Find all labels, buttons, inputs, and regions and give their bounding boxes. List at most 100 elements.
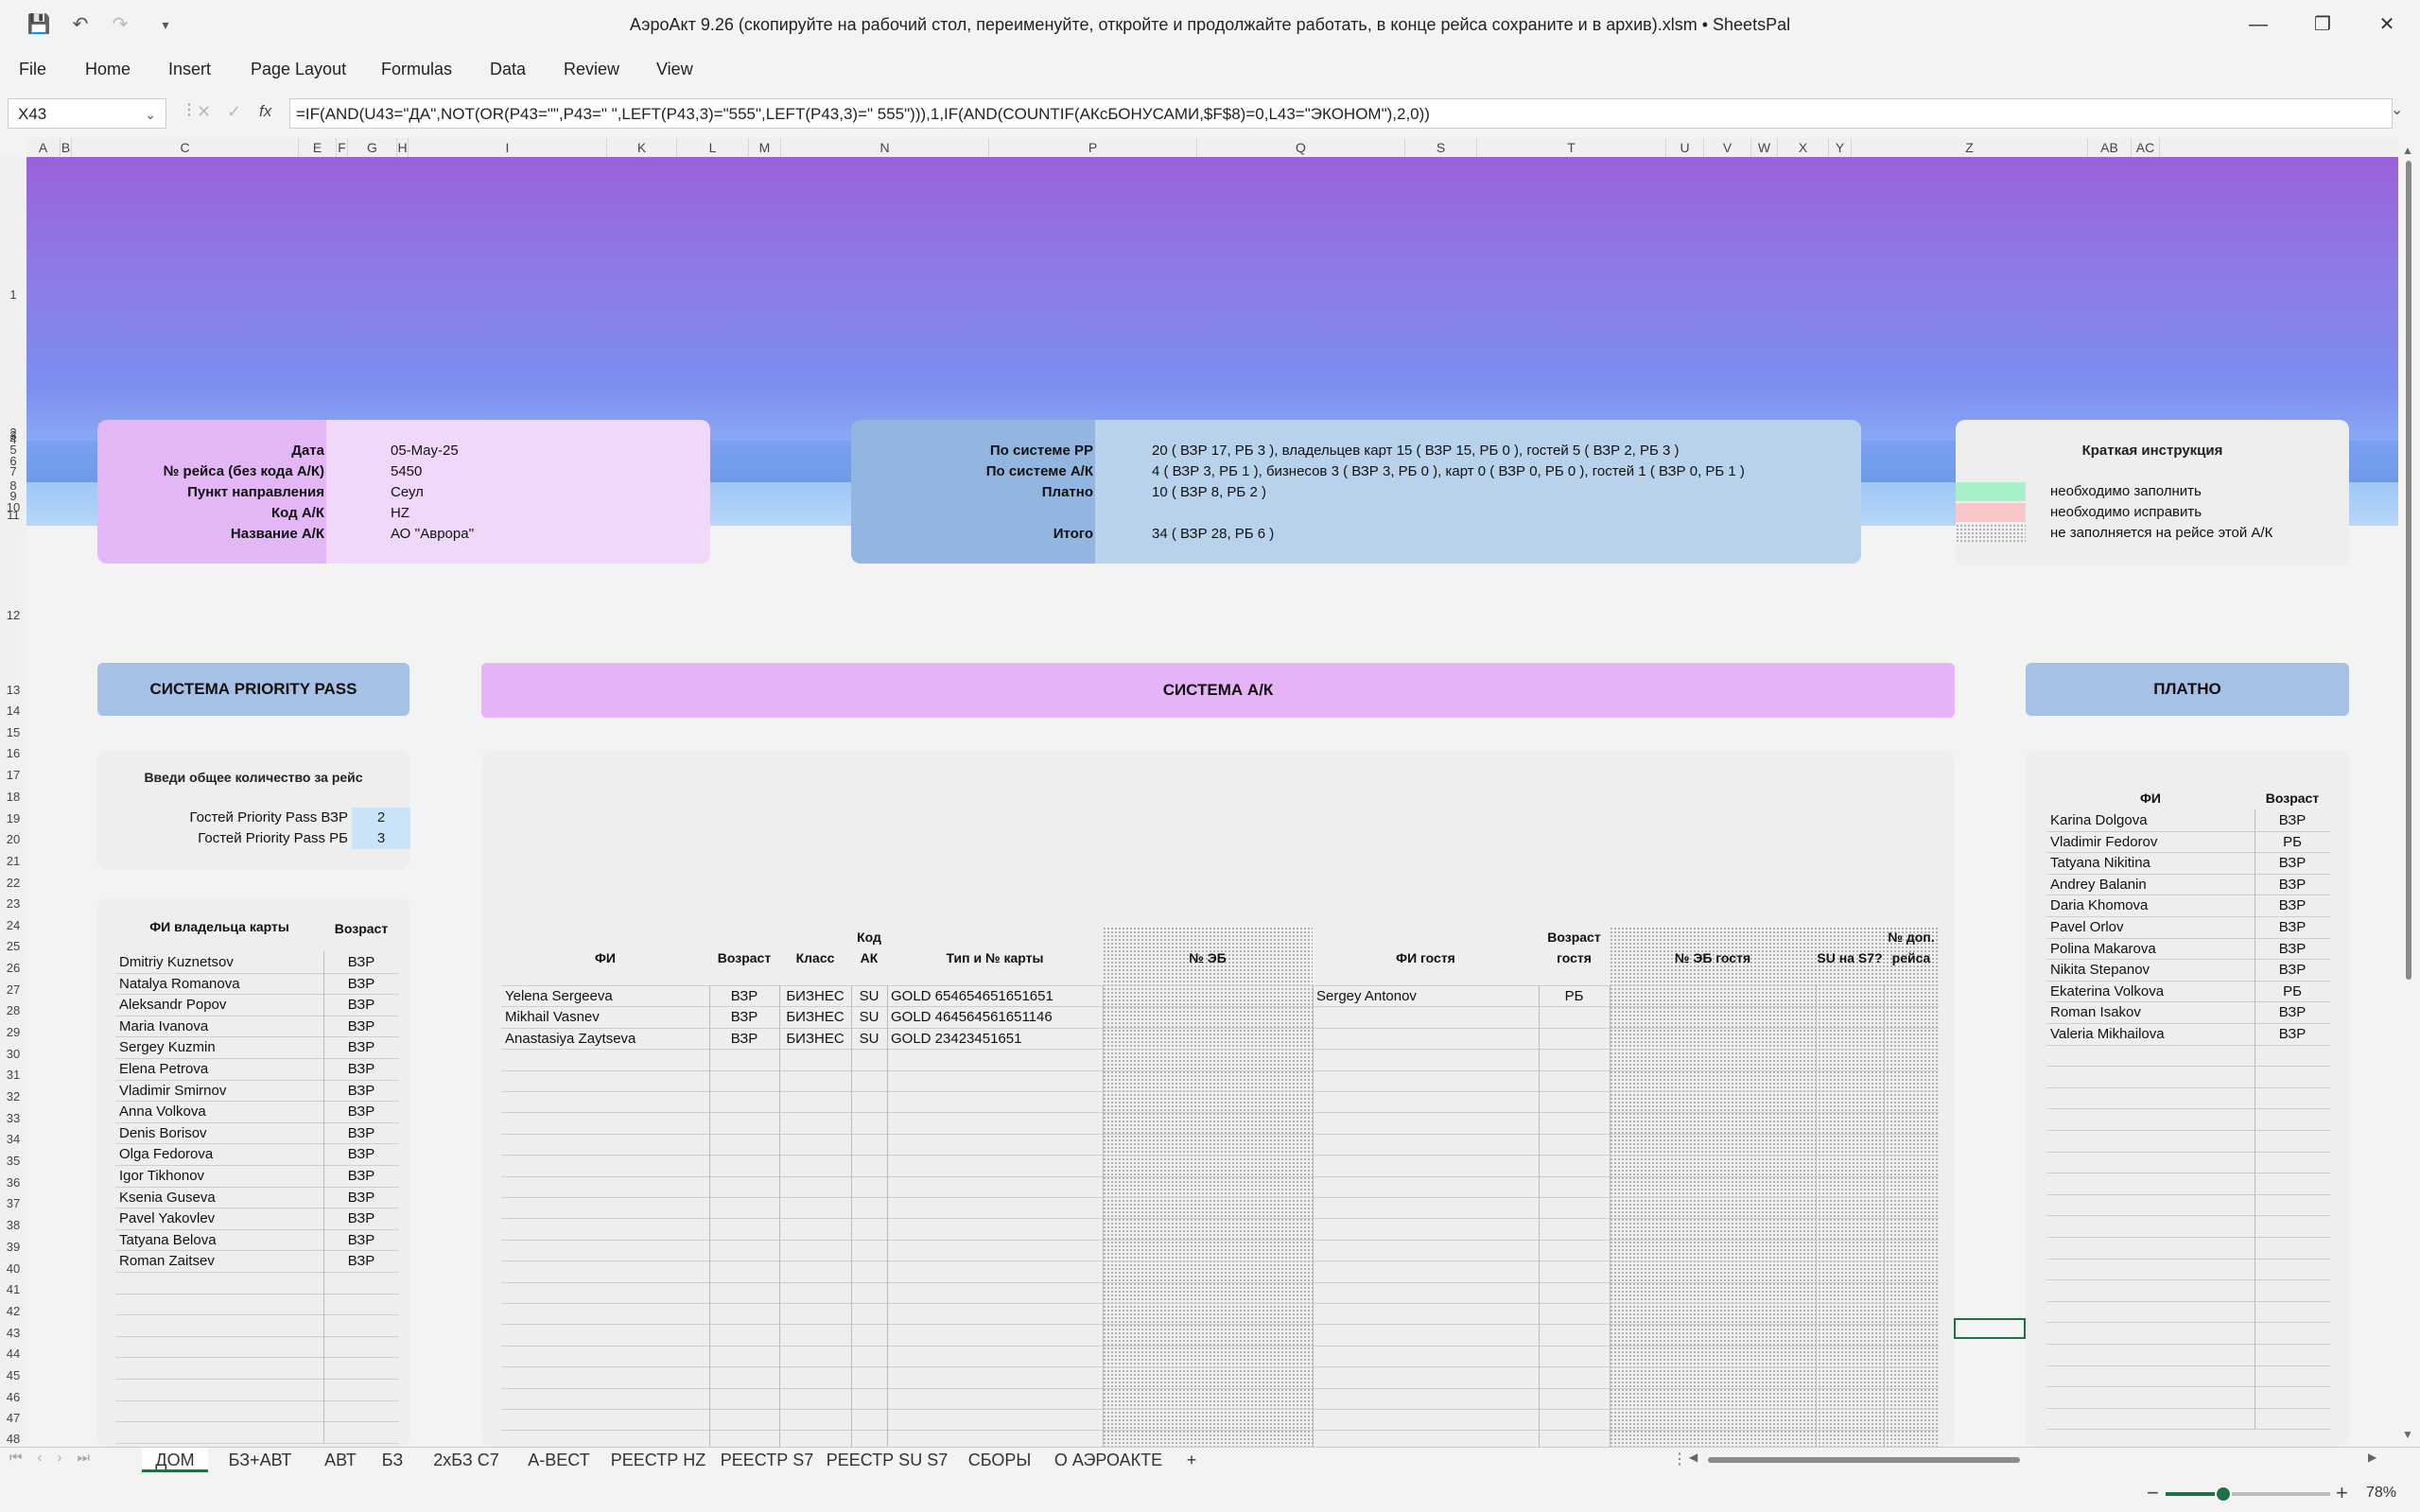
table-row[interactable]: Sergey Kuzmin ВЗР (115, 1036, 399, 1058)
ak-class[interactable]: БИЗНЕС (779, 988, 851, 1004)
flight-date[interactable]: 05-May-25 (391, 443, 459, 459)
table-row[interactable]: Ksenia Guseva ВЗР (115, 1187, 399, 1208)
row-header[interactable]: 26 (0, 961, 26, 975)
row-header[interactable]: 41 (0, 1282, 26, 1296)
row-header[interactable]: 44 (0, 1347, 26, 1361)
row-header[interactable]: 43 (0, 1326, 26, 1340)
menu-page-layout[interactable]: Page Layout (251, 53, 346, 85)
owner-name[interactable]: Aleksandr Popov (119, 997, 226, 1013)
column-header[interactable]: A (26, 138, 61, 157)
zoom-slider[interactable] (2166, 1486, 2330, 1503)
row-header[interactable]: 47 (0, 1411, 26, 1425)
formula-input[interactable]: =IF(AND(U43="ДА",NOT(OR(P43="",P43=" ",L… (289, 98, 2393, 129)
owner-age[interactable]: ВЗР (323, 1018, 399, 1034)
owner-name[interactable]: Roman Zaitsev (119, 1253, 215, 1269)
paid-passenger-age[interactable]: ВЗР (2255, 962, 2330, 978)
sheet-tab[interactable]: РЕЕСТР SU S7 (819, 1448, 955, 1472)
table-row[interactable]: Pavel Yakovlev ВЗР (115, 1208, 399, 1229)
column-header[interactable]: Q (1197, 138, 1405, 157)
ak-passenger-name[interactable]: Mikhail Vasnev (505, 1009, 709, 1025)
paid-passenger-name[interactable]: Polina Makarova (2050, 941, 2156, 957)
column-header[interactable]: W (1751, 138, 1778, 157)
paid-passenger-name[interactable]: Karina Dolgova (2050, 812, 2148, 828)
table-row[interactable]: Valeria Mikhailova ВЗР (2046, 1023, 2330, 1045)
column-header[interactable]: Y (1829, 138, 1852, 157)
ak-passenger-name[interactable]: Yelena Sergeeva (505, 988, 709, 1004)
row-header[interactable]: 34 (0, 1132, 26, 1146)
ak-card[interactable]: GOLD 23423451651 (891, 1031, 1103, 1047)
menu-file[interactable]: File (19, 53, 46, 85)
table-row[interactable]: Dmitriy Kuznetsov ВЗР (115, 951, 399, 973)
ak-class[interactable]: БИЗНЕС (779, 1009, 851, 1025)
flight-airline-code[interactable]: HZ (391, 505, 409, 521)
table-row[interactable]: Tatyana Belova ВЗР (115, 1229, 399, 1251)
row-header[interactable]: 42 (0, 1304, 26, 1318)
row-header[interactable]: 39 (0, 1240, 26, 1254)
row-header[interactable]: 37 (0, 1196, 26, 1210)
paid-passenger-name[interactable]: Roman Isakov (2050, 1004, 2141, 1020)
table-row[interactable]: Elena Petrova ВЗР (115, 1058, 399, 1080)
menu-review[interactable]: Review (564, 53, 619, 85)
row-header[interactable]: 46 (0, 1390, 26, 1404)
table-row[interactable]: Olga Fedorova ВЗР (115, 1143, 399, 1165)
row-header[interactable]: 20 (0, 832, 26, 846)
row-header[interactable]: 27 (0, 982, 26, 997)
paid-passenger-name[interactable]: Tatyana Nikitina (2050, 855, 2150, 871)
table-row[interactable]: Yelena Sergeeva ВЗР БИЗНЕС SU GOLD 654654651… (501, 985, 1939, 1006)
owner-name[interactable]: Pavel Yakovlev (119, 1210, 215, 1226)
owner-age[interactable]: ВЗР (323, 1104, 399, 1120)
column-header[interactable]: G (348, 138, 397, 157)
table-row[interactable]: Karina Dolgova ВЗР (2046, 809, 2330, 831)
sheet-tab[interactable]: 2хБЗ С7 (416, 1448, 516, 1472)
owner-name[interactable]: Maria Ivanova (119, 1018, 208, 1034)
cancel-icon[interactable]: ✕ (197, 102, 211, 122)
ak-guest-age[interactable]: РБ (1539, 988, 1610, 1004)
row-header[interactable]: 33 (0, 1111, 26, 1125)
paid-passenger-age[interactable]: ВЗР (2255, 897, 2330, 913)
table-row[interactable]: Tatyana Nikitina ВЗР (2046, 852, 2330, 874)
row-header[interactable]: 18 (0, 790, 26, 804)
owner-age[interactable]: ВЗР (323, 1190, 399, 1206)
owner-name[interactable]: Elena Petrova (119, 1061, 208, 1077)
paid-passenger-age[interactable]: ВЗР (2255, 1026, 2330, 1042)
column-header[interactable]: I (409, 138, 607, 157)
table-row[interactable]: Anna Volkova ВЗР (115, 1101, 399, 1122)
column-header[interactable]: V (1704, 138, 1751, 157)
row-header[interactable]: 13 (0, 683, 26, 697)
row-header[interactable]: 15 (0, 725, 26, 739)
row-header[interactable]: 19 (0, 811, 26, 826)
menu-insert[interactable]: Insert (168, 53, 211, 85)
pp-owners-table[interactable]: Dmitriy Kuznetsov ВЗР Natalya Romanova ВЗР A… (115, 951, 399, 1447)
column-header[interactable]: B (61, 138, 72, 157)
ak-card[interactable]: GOLD 464564561651146 (891, 1009, 1103, 1025)
pp-child-guests-input[interactable]: 3 (352, 828, 410, 849)
menu-view[interactable]: View (656, 53, 693, 85)
row-header[interactable]: 21 (0, 854, 26, 868)
add-sheet-button[interactable]: + (1173, 1448, 1210, 1472)
tab-split-handle-icon[interactable]: ⋮ (1672, 1450, 1687, 1469)
table-row[interactable]: Mikhail Vasnev ВЗР БИЗНЕС SU GOLD 4645645616… (501, 1006, 1939, 1027)
table-row[interactable]: Daria Khomova ВЗР (2046, 895, 2330, 916)
zoom-in-icon[interactable]: + (2336, 1481, 2348, 1505)
function-icon[interactable]: fx (259, 102, 271, 121)
paid-passenger-age[interactable]: РБ (2255, 983, 2330, 999)
paid-passenger-name[interactable]: Pavel Orlov (2050, 919, 2124, 935)
sheet-tab[interactable]: СБОРЫ (955, 1448, 1044, 1472)
paid-passenger-name[interactable]: Valeria Mikhailova (2050, 1026, 2165, 1042)
row-header[interactable]: 35 (0, 1154, 26, 1168)
owner-name[interactable]: Dmitriy Kuznetsov (119, 954, 234, 970)
owner-age[interactable]: ВЗР (323, 976, 399, 992)
pp-adult-guests-input[interactable]: 2 (352, 808, 410, 828)
table-row[interactable]: Vladimir Fedorov РБ (2046, 831, 2330, 853)
table-row[interactable]: Andrey Balanin ВЗР (2046, 874, 2330, 895)
row-header[interactable]: 1 (0, 287, 26, 302)
vertical-scroll-thumb[interactable] (2406, 161, 2411, 980)
table-row[interactable]: Anastasiya Zaytseva ВЗР БИЗНЕС SU GOLD 23423… (501, 1028, 1939, 1049)
expand-formula-icon[interactable]: ⌄ (2391, 100, 2403, 119)
owner-age[interactable]: ВЗР (323, 1083, 399, 1099)
ak-passenger-age[interactable]: ВЗР (709, 1031, 779, 1047)
paid-passenger-age[interactable]: ВЗР (2255, 877, 2330, 893)
table-row[interactable]: Natalya Romanova ВЗР (115, 973, 399, 995)
sheet-tab[interactable]: ДОМ (142, 1448, 208, 1472)
ak-airline-code[interactable]: SU (851, 988, 887, 1004)
